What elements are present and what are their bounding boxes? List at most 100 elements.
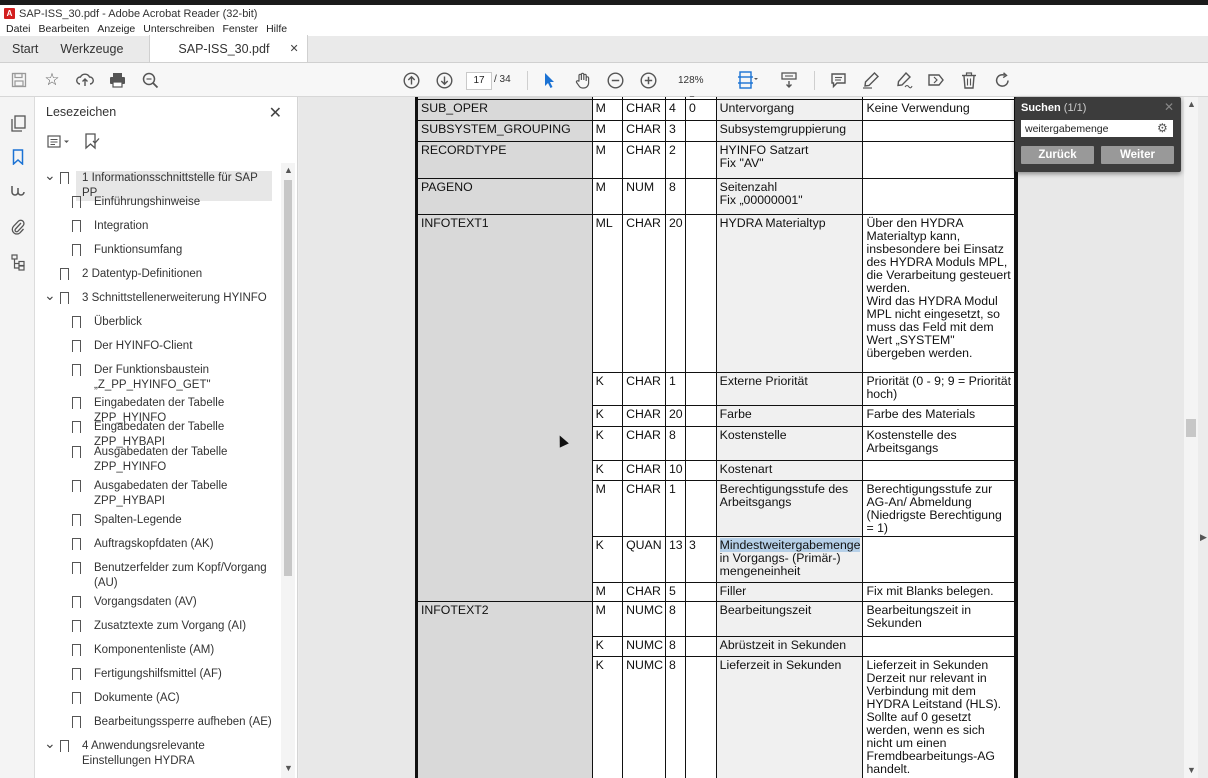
stamp-icon[interactable]: [926, 70, 946, 90]
scroll-down-icon[interactable]: ▼: [1187, 765, 1196, 775]
tab-document[interactable]: SAP-ISS_30.pdf ✕: [149, 35, 308, 62]
highlight-pen-icon[interactable]: [861, 70, 881, 90]
search-input[interactable]: [1021, 120, 1173, 137]
document-scroll-thumb[interactable]: [1186, 419, 1196, 437]
bookmark-item[interactable]: Bearbeitungssperre aufheben (AE): [72, 715, 281, 731]
search-next-button[interactable]: Weiter: [1101, 146, 1174, 164]
bookmark-item[interactable]: Ausgabedaten der Tabelle ZPP_HYBAPI: [72, 479, 281, 509]
attachment-icon[interactable]: [8, 216, 28, 236]
menu-datei[interactable]: Datei: [6, 23, 31, 35]
scroll-mode-icon[interactable]: [779, 70, 799, 90]
bookmarks-icon[interactable]: [8, 147, 28, 167]
signatures-icon[interactable]: [8, 181, 28, 201]
bookmark-icon: [60, 292, 69, 307]
previous-page-icon[interactable]: [401, 70, 421, 90]
tab-start[interactable]: Start: [0, 35, 50, 62]
bookmark-item[interactable]: Der HYINFO-Client: [72, 339, 281, 355]
bookmark-item[interactable]: Überblick: [72, 315, 281, 331]
close-panel-icon[interactable]: ✕: [269, 103, 282, 123]
page-number-input[interactable]: 17: [466, 72, 492, 90]
star-icon[interactable]: ☆: [42, 70, 62, 90]
req-cell: M: [591, 582, 624, 602]
tab-werkzeuge[interactable]: Werkzeuge: [50, 35, 135, 62]
type-cell: CHAR: [622, 120, 666, 142]
bookmark-item[interactable]: Zusatztexte zum Vorgang (AI): [72, 619, 281, 635]
bookmark-item[interactable]: Vorgangsdaten (AV): [72, 595, 281, 611]
description-rest: in Vorgangs- (Primär-) mengeneinheit: [719, 551, 841, 578]
bookmark-item[interactable]: Spalten-Legende: [72, 513, 281, 529]
expand-right-panel-icon[interactable]: ▶: [1200, 532, 1207, 543]
page-fit-icon[interactable]: [738, 70, 758, 90]
bookmark-item[interactable]: Benutzerfelder zum Kopf/Vorgang (AU): [72, 561, 281, 591]
chevron-down-icon[interactable]: ⌄: [44, 736, 56, 751]
page-total: / 34: [494, 74, 511, 85]
select-cursor-icon[interactable]: [539, 70, 559, 90]
length-cell: 20: [664, 405, 686, 427]
close-search-icon[interactable]: ✕: [1164, 100, 1174, 114]
rotate-icon[interactable]: [992, 70, 1012, 90]
chevron-down-icon[interactable]: ⌄: [44, 288, 56, 303]
zoom-search-icon[interactable]: [140, 70, 160, 90]
menu-fenster[interactable]: Fenster: [222, 23, 258, 35]
add-bookmark-icon[interactable]: [84, 133, 100, 153]
bookmark-icon: [72, 620, 81, 635]
bookmark-label: Ausgabedaten der Tabelle ZPP_HYINFO: [94, 446, 228, 473]
scroll-up-icon[interactable]: ▲: [1187, 99, 1196, 109]
bookmark-item[interactable]: Auftragskopfdaten (AK): [72, 537, 281, 553]
zoom-level-dropdown[interactable]: 128% ▼: [672, 72, 724, 103]
menu-bearbeiten[interactable]: Bearbeiten: [39, 23, 90, 35]
length-cell: 8: [664, 656, 686, 778]
bookmark-chapter[interactable]: 2 Datentyp-Definitionen: [60, 267, 272, 283]
document-scrollbar[interactable]: ▲ ▼: [1184, 97, 1198, 778]
bookmark-chapter[interactable]: ⌄ 3 Schnittstellenerweiterung HYINFO: [44, 288, 272, 307]
close-tab-icon[interactable]: ✕: [289, 42, 298, 55]
decimals-cell: [684, 372, 717, 406]
chevron-down-icon[interactable]: ⌄: [44, 168, 56, 183]
decimals-cell: [684, 178, 717, 215]
scroll-down-icon[interactable]: ▼: [284, 763, 293, 773]
save-icon[interactable]: [9, 70, 29, 90]
gear-icon[interactable]: ⚙: [1157, 121, 1168, 135]
decimals-cell: [684, 656, 717, 778]
next-page-icon[interactable]: [434, 70, 454, 90]
type-cell: NUMC: [622, 601, 666, 637]
bookmark-item[interactable]: Ausgabedaten der Tabelle ZPP_HYINFO: [72, 445, 281, 475]
field-name-cell: RECORDTYPE: [417, 141, 593, 179]
upload-cloud-icon[interactable]: [75, 70, 95, 90]
bookmark-item[interactable]: Einführungshinweise: [72, 195, 281, 211]
menu-hilfe[interactable]: Hilfe: [266, 23, 287, 35]
bookmark-icon: [60, 740, 69, 755]
remark-cell: Lieferzeit in Sekunden Derzeit nur relev…: [862, 656, 1015, 778]
sign-icon[interactable]: [894, 70, 914, 90]
zoom-level-value: 128%: [678, 75, 704, 86]
bookmark-chapter[interactable]: ⌄ 4 Anwendungsrelevante Einstellungen HYD…: [44, 736, 272, 769]
bookmark-item[interactable]: Fertigungshilfsmittel (AF): [72, 667, 281, 683]
zoom-out-icon[interactable]: [605, 70, 625, 90]
bookmark-item[interactable]: Der Funktionsbaustein „Z_PP_HYINFO_GET": [72, 363, 281, 393]
page-thumbnails-icon[interactable]: [8, 113, 28, 133]
options-menu-icon[interactable]: [47, 135, 71, 152]
decimals-cell: [684, 141, 717, 179]
menu-anzeige[interactable]: Anzeige: [97, 23, 135, 35]
zoom-in-icon[interactable]: [638, 70, 658, 90]
bookmarks-scrollbar[interactable]: ▲ ▼: [281, 163, 295, 778]
comment-icon[interactable]: [828, 70, 848, 90]
print-icon[interactable]: [107, 70, 127, 90]
description-cell: Untervorgang: [715, 99, 864, 121]
bookmark-icon: [60, 172, 69, 187]
menu-unterschreiben[interactable]: Unterschreiben: [143, 23, 214, 35]
acrobat-logo-icon: A: [4, 8, 15, 19]
bookmark-icon: [72, 220, 81, 235]
scroll-up-icon[interactable]: ▲: [284, 165, 293, 175]
bookmark-item[interactable]: Komponentenliste (AM): [72, 643, 281, 659]
bookmark-item[interactable]: Funktionsumfang: [72, 243, 281, 259]
bookmark-item[interactable]: Integration: [72, 219, 281, 235]
hand-tool-icon[interactable]: [572, 70, 592, 90]
trash-icon[interactable]: [959, 70, 979, 90]
type-cell: CHAR: [622, 480, 666, 537]
bookmarks-scroll-thumb[interactable]: [284, 180, 292, 576]
bookmark-item[interactable]: Dokumente (AC): [72, 691, 281, 707]
search-back-button[interactable]: Zurück: [1021, 146, 1094, 164]
layers-icon[interactable]: [8, 252, 28, 272]
bookmark-icon: [72, 538, 81, 553]
